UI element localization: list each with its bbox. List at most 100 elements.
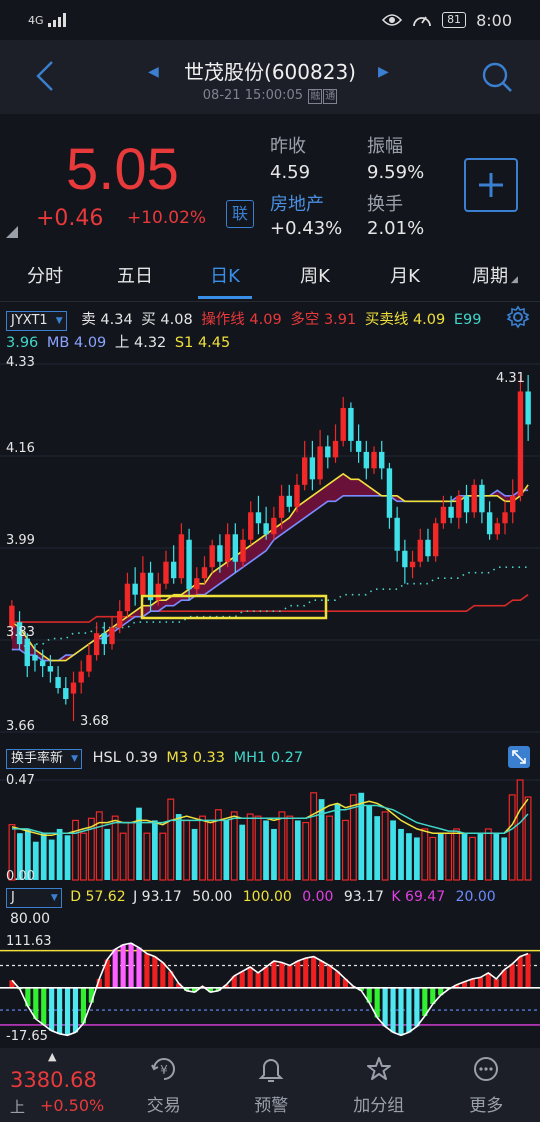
prev-close-value: 4.59 [270,162,311,183]
mm-label: 买卖线 [364,312,409,328]
turnover-bar [326,815,334,881]
turnover-bar [119,832,127,881]
expand-button[interactable] [508,746,530,768]
turnover-indicator-select[interactable]: 换手率新 [6,749,83,769]
candle [510,495,516,513]
level-80: 80.00 [10,911,51,927]
kdj-chart[interactable]: 111.63 -17.65 [0,930,540,1046]
prev-stock-button[interactable]: ◀ [148,64,159,80]
turnover-bar [516,779,524,881]
turnover-bar [445,832,453,881]
turnover-bar [206,821,214,881]
d-label: D [70,889,82,905]
tab-monthly-k[interactable]: 月K [360,256,450,301]
candle [47,666,54,672]
tab-period[interactable]: 周期 ◢ [450,256,540,301]
main-indicator-legend-2: 3.96 MB 4.09 上 4.32 S1 4.45 [6,331,540,352]
settings-gear-icon[interactable] [506,305,530,329]
j-label: J [133,889,138,905]
sector-link[interactable]: 房地产 [270,190,324,216]
tab-five-day[interactable]: 五日 [90,256,180,301]
j-bar [295,961,301,988]
candle [63,688,69,700]
nav-trade[interactable]: ¥ 交易 [110,1048,218,1122]
op-label: 操作线 [201,312,245,328]
turnover-chart[interactable]: 0.47 0.00 [0,768,540,886]
j-bar [319,961,325,988]
j-bar [406,987,412,1033]
candle [271,517,277,535]
turnover-indicator-legend: 换手率新 HSL 0.39 M3 0.33 MH1 0.27 [6,749,540,769]
tab-intraday[interactable]: 分时 [0,256,90,301]
current-price: 5.05 [66,137,179,202]
index-value: 3380.68 [10,1068,97,1092]
j-bar [422,987,428,1016]
turnover-bar [191,828,198,880]
candle [32,655,38,661]
turnover-bar [183,819,191,881]
status-bar: 4G 81 8:00 [0,0,540,40]
turnover-bar [453,828,461,881]
turnover-bar [302,821,310,881]
signal-icon [47,13,66,27]
j-max-label: 111.63 [6,934,52,949]
tab-weekly-k[interactable]: 周K [270,256,360,301]
turnover-bar [286,815,294,881]
high-annotation: 4.31 [496,371,525,386]
period-dropdown-icon: ◢ [508,275,518,285]
kdj-indicator-select[interactable]: J [6,888,62,908]
j-bar [303,958,309,988]
add-watchlist-button[interactable] [464,158,518,212]
kline-chart[interactable]: 4.33 4.16 3.99 3.83 3.66 4.31 3.68 [0,352,540,744]
turnover-bar [136,807,142,880]
turnover-bar [398,828,404,880]
candle [425,539,431,557]
turnover-bar [381,811,389,881]
turnover-bar [508,794,516,881]
main-indicator-legend: JYXT1 卖 4.34 买 4.08 操作线 4.09 多空 3.91 买卖线… [6,308,496,331]
index-ticker[interactable]: ▲ 3380.68 上 +0.50% [0,1048,110,1122]
main-indicator-select[interactable]: JYXT1 [6,311,67,331]
dk-value: 3.91 [323,312,357,328]
bell-icon [258,1059,284,1082]
signal-indicator: 4G [28,13,70,27]
j-bar [517,956,523,988]
j-bar [271,961,277,988]
candle [278,495,285,518]
k-value: 69.47 [405,889,446,905]
candle [55,677,61,689]
hsl-value: 0.39 [125,750,158,766]
j-bar [255,972,261,988]
back-button[interactable] [30,56,60,96]
search-icon[interactable] [480,60,514,94]
turnover-bar [524,796,532,881]
turnover-bar [294,820,301,880]
candle [132,583,138,595]
candle [332,440,339,458]
turnover-bar [366,805,373,880]
candle [348,407,354,441]
network-label: 4G [28,13,44,27]
candle [432,523,439,557]
j-bar [263,966,269,988]
nav-more[interactable]: 更多 [433,1048,540,1122]
candle [471,484,477,513]
candle [355,440,362,452]
tab-daily-k[interactable]: 日K [180,256,270,301]
j-bar [326,965,333,988]
turnover-bar [175,814,182,880]
level-100: 100.00 [242,889,292,905]
y-tick-label: 4.16 [6,441,35,456]
nav-alert[interactable]: 预警 [218,1048,326,1122]
candle [201,567,208,579]
linked-button[interactable]: 联 [226,200,254,228]
clock: 8:00 [476,10,512,30]
nav-add-group[interactable]: 加分组 [325,1048,433,1122]
candle [340,407,346,441]
j-bar [41,987,47,1025]
turnover-bar [104,828,111,880]
plus-icon [479,173,503,197]
quote-timestamp: 08-21 15:00:05 融通 [150,88,390,104]
turnover-bar [310,792,318,881]
next-stock-button[interactable]: ▶ [378,64,389,80]
